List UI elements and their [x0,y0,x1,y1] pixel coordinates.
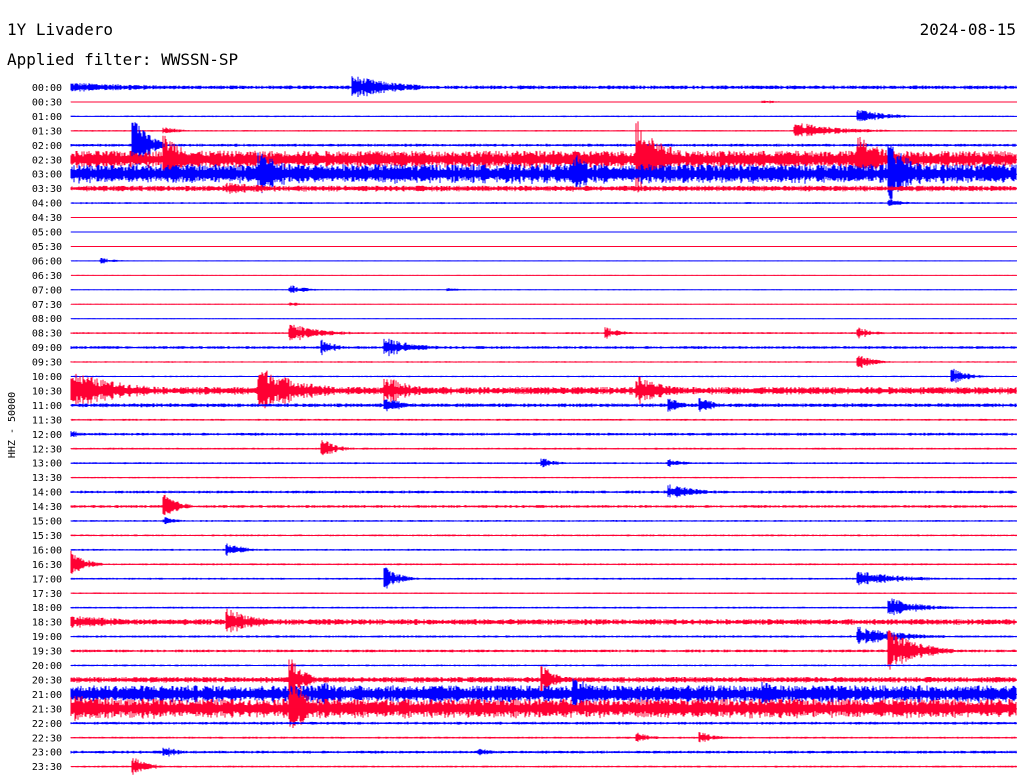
trace-row [70,484,1017,498]
row-time-label: 10:30 [32,386,62,397]
row-time-label: 13:00 [32,459,62,470]
row-time-label: 10:00 [32,372,62,383]
row-time-label: 07:00 [32,285,62,296]
row-time-label: 11:00 [32,401,62,412]
trace-row [70,285,1017,293]
row-time-label: 20:00 [32,661,62,672]
row-time-label: 12:00 [32,430,62,441]
row-time-label: 15:00 [32,517,62,528]
row-time-label: 22:00 [32,719,62,730]
row-time-label: 15:30 [32,531,62,542]
row-time-label: 21:00 [32,690,62,701]
row-time-label: 13:30 [32,473,62,484]
row-time-label: 12:30 [32,444,62,455]
row-time-label: 22:30 [32,733,62,744]
row-time-label: 19:30 [32,647,62,658]
row-time-label: 17:00 [32,574,62,585]
trace-row [70,732,1017,743]
row-time-label: 03:00 [32,170,62,181]
trace-row [70,123,1017,137]
trace-row [70,494,1017,515]
row-time-label: 00:00 [32,83,62,94]
row-time-label: 21:30 [32,704,62,715]
row-time-label: 03:30 [32,184,62,195]
row-time-label: 02:00 [32,141,62,152]
row-time-label: 00:30 [32,97,62,108]
row-time-label: 05:30 [32,242,62,253]
trace-group [70,76,1017,775]
row-time-label: 01:00 [32,112,62,123]
row-time-label: 17:30 [32,589,62,600]
trace-row [70,626,1017,644]
row-time-label: 09:30 [32,358,62,369]
trace-row [70,440,1017,456]
helicorder-plot: 00:00 00:30 01:00 01:30 02:00 02:30 03:00 03:30… [7,76,1017,775]
row-time-label: 20:30 [32,675,62,686]
row-time-label: 19:00 [32,632,62,643]
row-time-label: 08:30 [32,329,62,340]
trace-row [70,368,1017,383]
row-time-label: 14:00 [32,488,62,499]
row-time-label: 09:00 [32,343,62,354]
row-time-label: 07:30 [32,300,62,311]
trace-row [70,550,1017,574]
trace-row [70,110,1017,122]
trace-row [70,567,1017,589]
row-time-label: 02:30 [32,155,62,166]
row-time-label: 18:30 [32,618,62,629]
trace-row [70,324,1017,341]
row-time-label: 23:00 [32,748,62,759]
y-axis-label: HHZ - 50000 [7,392,18,458]
row-time-label: 16:00 [32,545,62,556]
row-time-label: 08:00 [32,314,62,325]
row-time-label: 18:00 [32,603,62,614]
trace-row [70,598,1017,616]
row-time-label: 11:30 [32,415,62,426]
trace-row [70,76,1017,97]
row-time-label: 14:30 [32,502,62,513]
row-time-label: 04:00 [32,199,62,210]
row-time-label: 06:00 [32,256,62,267]
row-time-label: 01:30 [32,126,62,137]
row-time-label: 04:30 [32,213,62,224]
trace-row [70,608,1017,633]
time-label-group: 00:00 00:30 01:00 01:30 02:00 02:30 03:00 03:30… [32,83,62,773]
row-time-label: 05:00 [32,228,62,239]
row-time-label: 23:30 [32,762,62,773]
row-time-label: 06:30 [32,271,62,282]
row-time-label: 16:30 [32,560,62,571]
